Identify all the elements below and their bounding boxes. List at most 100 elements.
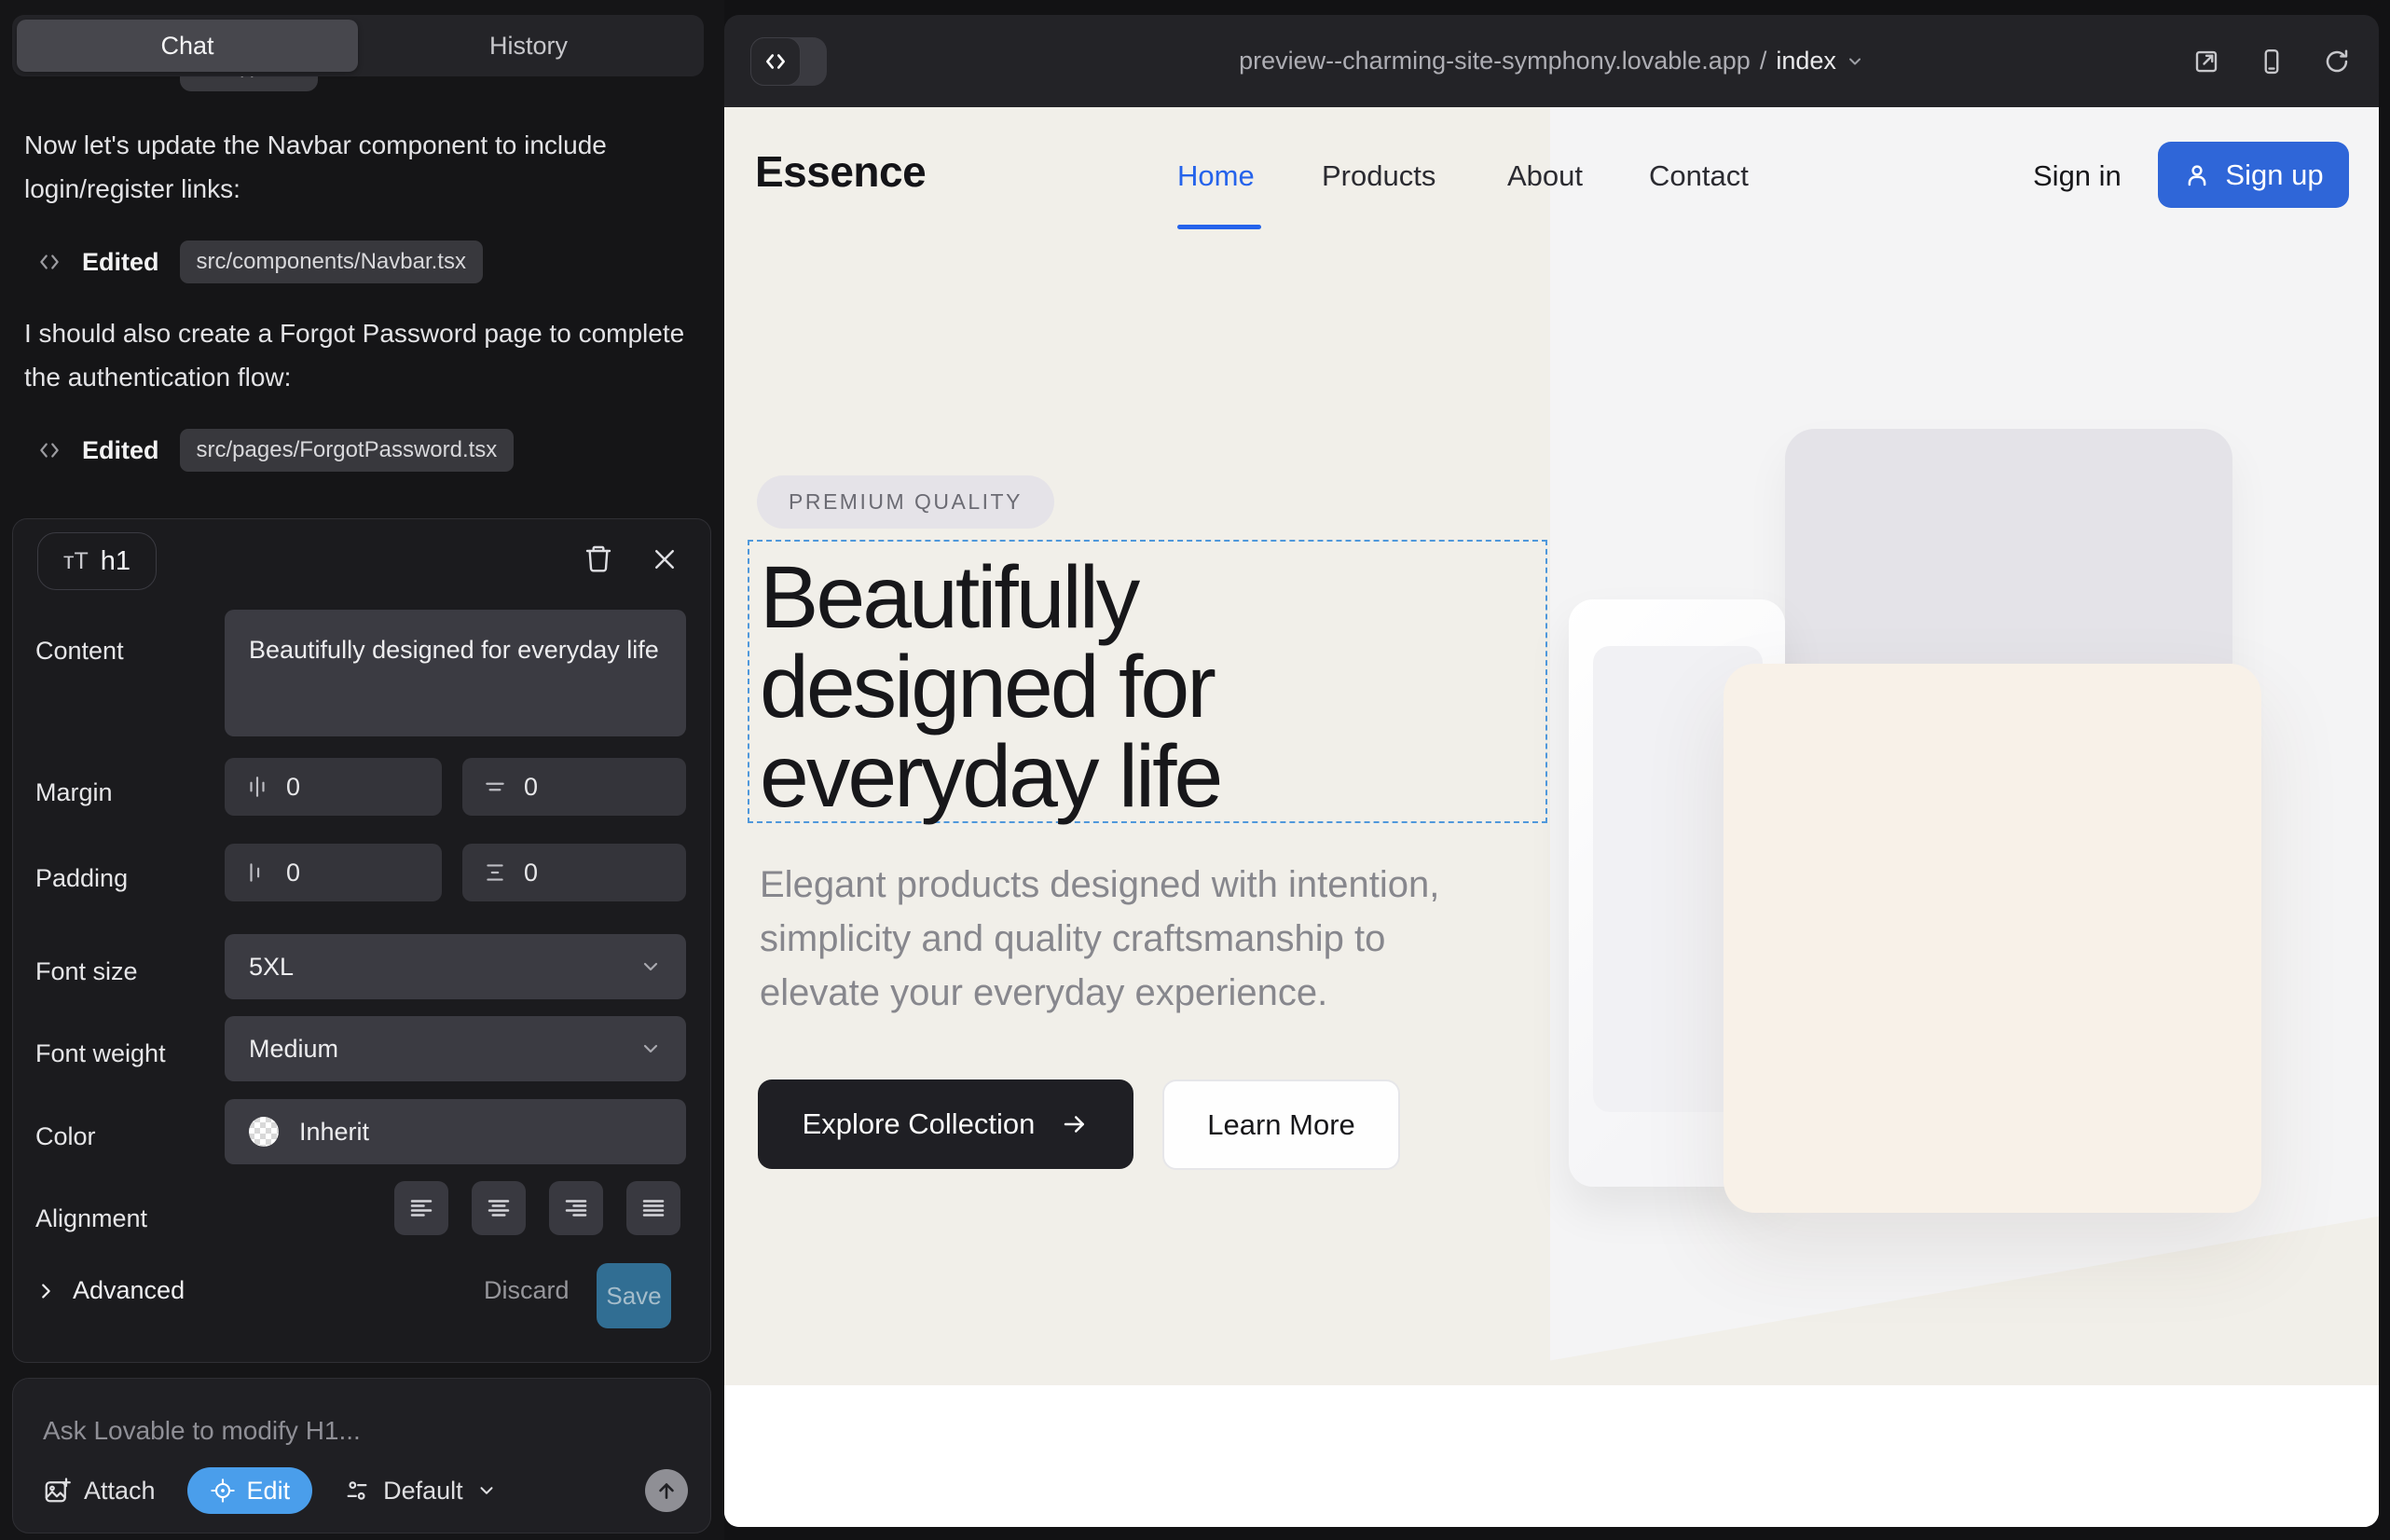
font-size-label: Font size [35,957,138,986]
color-select[interactable]: Inherit [225,1099,686,1164]
padding-y-input[interactable]: 0 [462,844,686,901]
align-right-icon [562,1194,590,1222]
nav-link-about[interactable]: About [1507,159,1583,193]
chevron-down-icon [639,956,662,978]
learn-more-button[interactable]: Learn More [1162,1079,1400,1170]
send-button[interactable] [645,1469,688,1512]
chevron-down-icon [639,1038,662,1060]
chevron-down-icon [1846,52,1864,71]
attach-image-icon [43,1477,71,1505]
composer-input[interactable] [43,1407,658,1455]
mobile-preview-button[interactable] [2258,48,2286,76]
chat-history-tabbar: Chat History [12,15,704,76]
sign-in-link[interactable]: Sign in [2033,159,2122,193]
edit-mode-button[interactable]: Edit [187,1467,313,1514]
align-left-button[interactable] [394,1181,448,1235]
edited-file-row[interactable]: Edited src/components/Navbar.tsx [37,241,483,283]
refresh-button[interactable] [2323,48,2351,76]
padding-vertical-icon [483,860,507,885]
content-field[interactable]: Beautifully designed for everyday life [225,610,686,736]
nav-link-products[interactable]: Products [1322,159,1435,193]
hero-heading[interactable]: Beautifully designed for everyday life [760,553,1220,821]
sliders-icon [344,1478,370,1504]
code-icon [37,250,62,274]
nav-link-contact[interactable]: Contact [1649,159,1749,193]
advanced-toggle[interactable]: Advanced [35,1276,185,1305]
typography-icon: тT [63,548,89,575]
padding-x-value: 0 [286,859,300,887]
cta-primary-label: Explore Collection [803,1107,1036,1141]
discard-button[interactable]: Discard [484,1276,570,1305]
margin-x-input[interactable]: 0 [225,758,442,816]
padding-y-value: 0 [524,859,538,887]
align-center-button[interactable] [472,1181,526,1235]
explore-collection-button[interactable]: Explore Collection [758,1079,1133,1169]
hero-heading-line: Beautifully [760,553,1220,642]
align-justify-button[interactable] [626,1181,680,1235]
align-justify-icon [639,1194,667,1222]
code-icon [750,37,801,86]
mode-label: Default [383,1477,463,1506]
premium-quality-badge: PREMIUM QUALITY [757,475,1054,529]
margin-y-input[interactable]: 0 [462,758,686,816]
attach-button[interactable]: Attach [43,1477,156,1506]
align-right-button[interactable] [549,1181,603,1235]
font-size-select[interactable]: 5XL [225,934,686,999]
padding-x-input[interactable]: 0 [225,844,442,901]
nav-link-home[interactable]: Home [1177,159,1255,193]
alignment-label: Alignment [35,1204,147,1233]
refresh-icon [2323,48,2351,76]
browser-toolbar: preview--charming-site-symphony.lovable.… [724,15,2379,107]
margin-vertical-icon [483,775,507,799]
element-tag-label: h1 [101,546,130,577]
chat-composer: Attach Edit Default [12,1378,711,1533]
user-icon [2183,161,2211,189]
delete-element-button[interactable] [584,543,613,573]
arrow-right-icon [1061,1110,1089,1138]
chat-message: I should also create a Forgot Password p… [24,311,686,399]
target-icon [210,1478,236,1504]
file-chip[interactable]: src/components/Navbar.tsx [180,241,483,283]
font-size-value: 5XL [249,953,294,982]
edit-label: Edit [247,1477,291,1506]
font-weight-value: Medium [249,1035,338,1064]
padding-horizontal-icon [245,860,269,885]
url-bar[interactable]: preview--charming-site-symphony.lovable.… [1239,47,1864,76]
margin-horizontal-icon [245,775,269,799]
next-section-background [724,1385,2379,1527]
element-editor-panel: тT h1 Content Beautifully designed for e… [12,518,711,1363]
attach-label: Attach [84,1477,156,1506]
edited-file-row[interactable]: Edited src/pages/ForgotPassword.tsx [37,429,514,472]
open-external-button[interactable] [2192,48,2220,76]
margin-x-value: 0 [286,773,300,802]
external-link-icon [2192,48,2220,76]
close-editor-button[interactable] [651,545,679,573]
nav-active-underline [1177,225,1261,229]
font-weight-select[interactable]: Medium [225,1016,686,1081]
font-weight-label: Font weight [35,1039,166,1068]
sign-up-button[interactable]: Sign up [2158,142,2349,208]
preview-browser-frame: preview--charming-site-symphony.lovable.… [724,15,2379,1527]
tab-chat[interactable]: Chat [17,20,358,72]
file-chip[interactable]: src/pages/ForgotPassword.tsx [180,429,515,472]
url-separator: / [1760,47,1767,76]
advanced-label: Advanced [73,1276,185,1305]
hero-heading-line: designed for [760,642,1220,732]
color-swatch [249,1117,279,1147]
mobile-icon [2258,48,2286,76]
hero-heading-line: everyday life [760,732,1220,821]
composer-toolbar: Attach Edit Default [43,1467,688,1514]
code-icon [37,438,62,462]
margin-y-value: 0 [524,773,538,802]
site-logo[interactable]: Essence [755,146,926,197]
hero-description: Elegant products designed with intention… [760,858,1515,1020]
code-view-toggle[interactable] [750,37,827,86]
padding-label: Padding [35,864,128,893]
tab-history[interactable]: History [358,20,699,72]
margin-label: Margin [35,778,113,807]
save-button[interactable]: Save [597,1263,671,1328]
edited-label: Edited [82,436,159,465]
align-center-icon [485,1194,513,1222]
mode-select[interactable]: Default [344,1477,497,1506]
url-page: index [1776,47,1836,76]
